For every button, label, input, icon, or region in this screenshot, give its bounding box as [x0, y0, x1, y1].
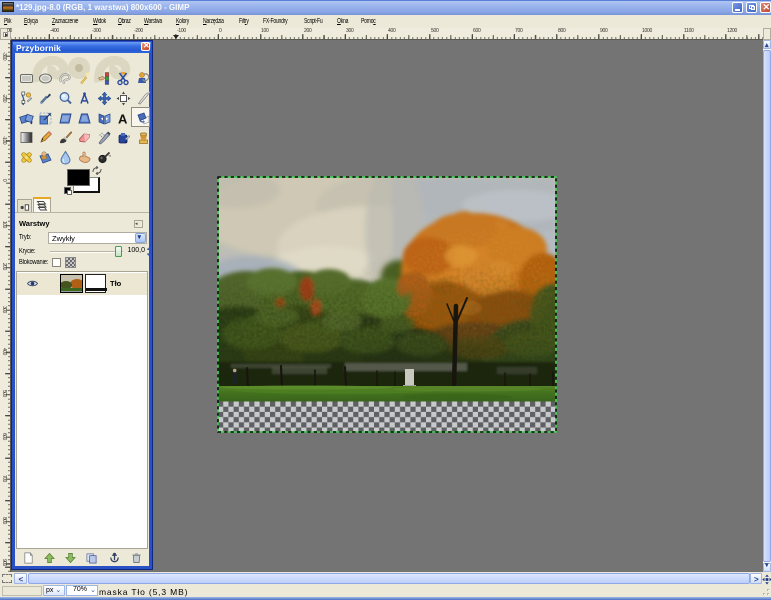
svg-text:A: A: [118, 111, 128, 126]
